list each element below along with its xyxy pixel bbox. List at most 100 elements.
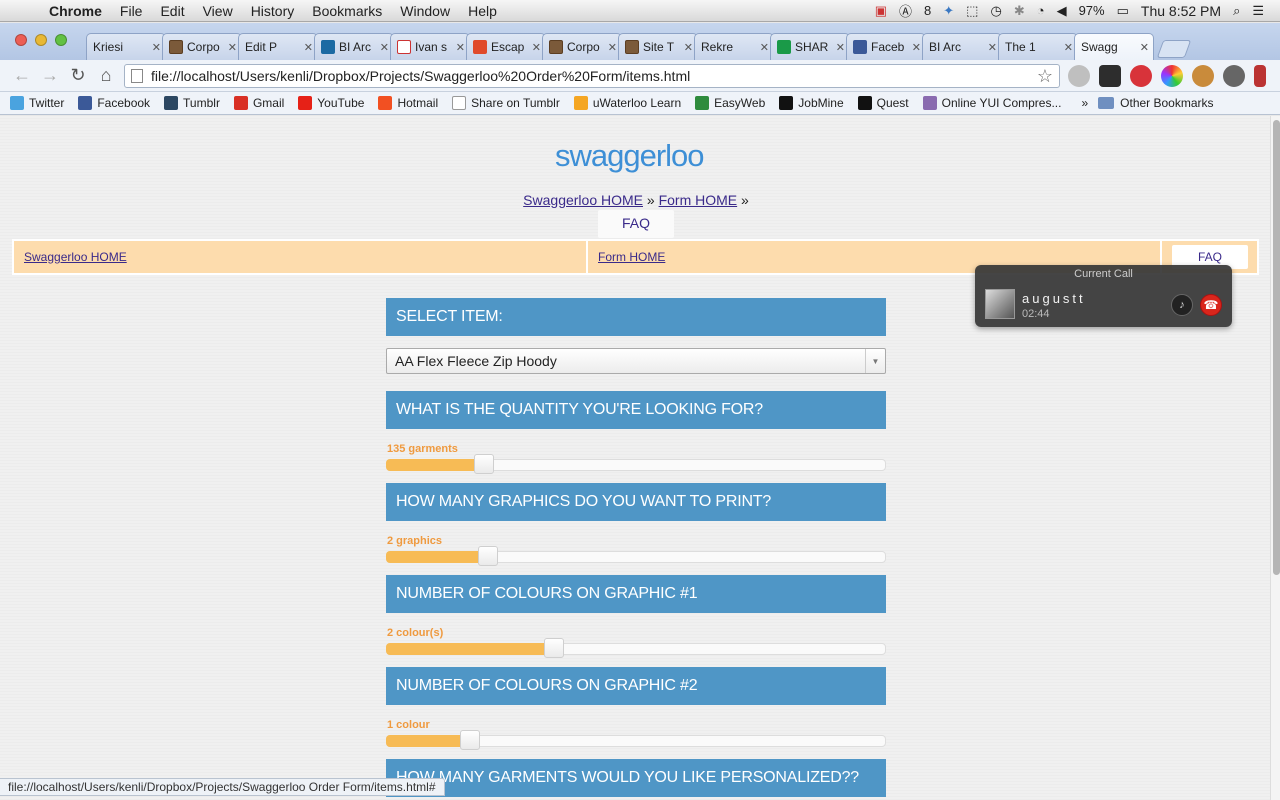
clock[interactable]: Thu 8:52 PM (1135, 3, 1227, 19)
bookmark-item[interactable]: Quest (857, 96, 909, 110)
bookmark-item[interactable]: Twitter (10, 96, 64, 110)
bookmark-item[interactable]: JobMine (779, 96, 844, 110)
bookmark-favicon-icon (298, 96, 313, 110)
menu-view[interactable]: View (194, 3, 242, 19)
browser-tab[interactable]: SHAR ✕ (770, 33, 850, 60)
chevron-down-icon: ▼ (865, 349, 885, 373)
other-bookmarks[interactable]: Other Bookmarks (1098, 96, 1214, 110)
tab-close-icon[interactable]: ✕ (684, 41, 693, 54)
extension-2-icon[interactable] (1099, 65, 1121, 87)
browser-tab[interactable]: Escap ✕ (466, 33, 546, 60)
menu-history[interactable]: History (242, 3, 304, 19)
menu-help[interactable]: Help (459, 3, 506, 19)
zoom-window-icon[interactable] (55, 34, 67, 46)
browser-tab[interactable]: Kriesi ✕ (86, 33, 166, 163)
nav-form-link[interactable]: Form HOME (598, 250, 665, 264)
bookmark-item[interactable]: Gmail (233, 96, 284, 110)
bookmark-item[interactable]: Share on Tumblr (452, 96, 560, 110)
crumb-form-link[interactable]: Form HOME (659, 192, 738, 208)
notification-list-icon[interactable]: ☰ (1246, 3, 1270, 19)
bookmark-item[interactable]: EasyWeb (695, 96, 765, 110)
close-window-icon[interactable] (15, 34, 27, 46)
bookmark-item[interactable]: Online YUI Compres... (922, 96, 1061, 110)
browser-tab[interactable]: BI Arc ✕ (86, 33, 1002, 163)
cookie-icon[interactable] (1192, 65, 1214, 87)
wrench-icon[interactable] (1223, 65, 1245, 87)
slider-fill (386, 551, 488, 563)
browser-tab[interactable]: Swagg ✕ (86, 33, 1154, 163)
tab-close-icon[interactable]: ✕ (1140, 41, 1149, 54)
extension-3-icon[interactable] (1130, 65, 1152, 87)
nav-home-link[interactable]: Swaggerloo HOME (24, 250, 127, 264)
tab-close-icon[interactable]: ✕ (380, 41, 389, 54)
bookmark-item[interactable]: Tumblr (164, 96, 220, 110)
browser-tab[interactable]: Corpo ✕ (162, 33, 242, 60)
home-icon[interactable]: ⌂ (92, 65, 120, 86)
minimize-window-icon[interactable] (35, 34, 47, 46)
menu-bookmarks[interactable]: Bookmarks (303, 3, 391, 19)
address-bar[interactable]: file://localhost/Users/kenli/Dropbox/Pro… (124, 64, 1060, 88)
bookmark-item[interactable]: YouTube (298, 96, 364, 110)
extension-7-icon[interactable] (1254, 65, 1266, 87)
menu-window[interactable]: Window (391, 3, 459, 19)
browser-tab[interactable]: Site T ✕ (618, 33, 698, 60)
tab-close-icon[interactable]: ✕ (836, 41, 845, 54)
adobe-icon[interactable]: Ⓐ (893, 1, 918, 20)
page-scrollbar[interactable] (1270, 116, 1280, 800)
scrollbar-thumb[interactable] (1273, 120, 1280, 575)
new-tab-button[interactable] (1156, 40, 1192, 58)
battery-icon[interactable]: ▭ (1111, 3, 1135, 19)
tab-close-icon[interactable]: ✕ (532, 41, 541, 54)
crumb-home-link[interactable]: Swaggerloo HOME (523, 192, 643, 208)
extension-4-icon[interactable] (1161, 65, 1183, 87)
swaggerloo-logo[interactable]: swaggerloo (555, 138, 705, 174)
reload-icon[interactable]: ↻ (64, 65, 92, 86)
browser-tab[interactable]: BI Arc ✕ (314, 33, 394, 60)
tab-close-icon[interactable]: ✕ (760, 41, 769, 54)
battery-percent[interactable]: 97% (1073, 3, 1111, 18)
menu-edit[interactable]: Edit (151, 3, 193, 19)
faq-tab[interactable]: FAQ (598, 210, 674, 238)
back-icon[interactable]: ← (8, 65, 36, 86)
slider-handle[interactable] (473, 454, 494, 474)
extension-1-icon[interactable] (1068, 65, 1090, 87)
browser-tab[interactable]: Faceb ✕ (846, 33, 926, 60)
volume-icon[interactable]: ◀ (1051, 3, 1073, 19)
bookmark-star-icon[interactable]: ☆ (1037, 66, 1053, 87)
bookmark-item[interactable]: uWaterloo Learn (573, 96, 681, 110)
bookmark-item[interactable]: Facebook (78, 96, 150, 110)
capture-icon[interactable]: ⬚ (960, 3, 984, 19)
tab-close-icon[interactable]: ✕ (988, 41, 997, 54)
bluetooth-icon[interactable]: ✱ (1008, 3, 1031, 19)
menu-app[interactable]: Chrome (40, 3, 111, 19)
tab-close-icon[interactable]: ✕ (304, 41, 313, 54)
item-select[interactable]: AA Flex Fleece Zip Hoody ▼ (386, 348, 886, 374)
browser-tab[interactable]: Corpo ✕ (542, 33, 622, 60)
slider-handle[interactable] (460, 730, 480, 750)
tab-close-icon[interactable]: ✕ (456, 41, 465, 54)
menu-file[interactable]: File (111, 3, 152, 19)
dropbox-icon[interactable]: ✦ (937, 3, 960, 19)
wifi-icon[interactable]: ◔ (1031, 3, 1051, 18)
forward-icon[interactable]: → (36, 65, 64, 86)
time-machine-icon[interactable]: ◷ (984, 3, 1007, 19)
microphone-mute-icon[interactable]: ♪ (1171, 294, 1193, 316)
browser-tab[interactable]: Ivan s ✕ (390, 33, 470, 60)
tab-close-icon[interactable]: ✕ (608, 41, 617, 54)
tab-favicon-icon (549, 40, 563, 54)
spotlight-icon[interactable]: ⌕ (1227, 3, 1246, 19)
tab-close-icon[interactable]: ✕ (152, 41, 161, 54)
browser-tab[interactable]: Edit P ✕ (86, 33, 318, 163)
slider-handle[interactable] (477, 546, 498, 566)
tab-close-icon[interactable]: ✕ (1064, 41, 1073, 54)
slider-handle[interactable] (543, 638, 564, 658)
hang-up-icon[interactable]: ☎ (1200, 294, 1222, 316)
screen-share-icon[interactable]: ▣ (869, 3, 893, 19)
tab-close-icon[interactable]: ✕ (912, 41, 921, 54)
bookmark-item[interactable]: Hotmail (378, 96, 438, 110)
bookmarks-overflow-chevron-icon[interactable]: » (1081, 96, 1088, 110)
browser-tab[interactable]: Rekre ✕ (694, 33, 774, 60)
order-form: SELECT ITEM: AA Flex Fleece Zip Hoody ▼ … (386, 298, 886, 797)
browser-tab[interactable]: The 1 ✕ (86, 33, 1078, 163)
tab-close-icon[interactable]: ✕ (228, 41, 237, 54)
